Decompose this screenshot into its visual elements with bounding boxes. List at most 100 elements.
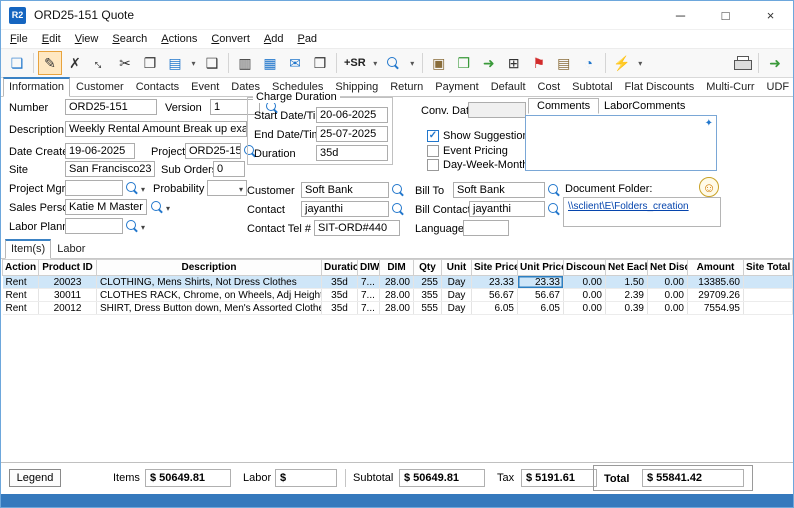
cell-amount[interactable]: 29709.26 xyxy=(688,289,744,302)
layers-icon[interactable]: ▤ xyxy=(163,51,187,75)
cell-discount[interactable]: 0.00 xyxy=(564,276,606,289)
table-row[interactable]: Rent 20023 CLOTHING, Mens Shirts, Not Dr… xyxy=(3,276,793,289)
number-field[interactable]: ORD25-151 xyxy=(65,99,157,115)
exit-icon[interactable]: ➜ xyxy=(763,51,787,75)
resize-icon[interactable]: ↔ xyxy=(83,46,117,80)
col-product-id[interactable]: Product ID xyxy=(39,260,97,276)
comment-tool-icon[interactable]: ✦ xyxy=(705,118,713,129)
tab-flat-discounts[interactable]: Flat Discounts xyxy=(619,78,701,97)
cell-unit[interactable]: Day xyxy=(442,276,472,289)
contact-field[interactable]: jayanthi xyxy=(301,201,389,217)
col-net-disc[interactable]: Net Disc xyxy=(648,260,688,276)
legend-button[interactable]: Legend xyxy=(9,469,61,487)
menu-pad[interactable]: Pad xyxy=(290,31,324,47)
tab-multi-curr[interactable]: Multi-Curr xyxy=(700,78,760,97)
cell-unit-price-focused[interactable]: 23.33 xyxy=(518,276,564,289)
cell-unit-price[interactable]: 6.05 xyxy=(518,302,564,315)
labor-planner-field[interactable] xyxy=(65,218,123,234)
menu-search[interactable]: Search xyxy=(105,31,154,47)
project-mgr-search-icon[interactable] xyxy=(126,182,139,198)
clock-icon[interactable]: ◔ xyxy=(577,51,601,75)
cell-diw[interactable]: 7... xyxy=(358,276,380,289)
tab-event[interactable]: Event xyxy=(185,78,225,97)
contact-tel-field[interactable]: SIT-ORD#440 xyxy=(314,220,400,236)
cell-product-id[interactable]: 20012 xyxy=(39,302,97,315)
bill-contact-field[interactable]: jayanthi xyxy=(469,201,545,217)
customer-search-icon[interactable] xyxy=(392,184,405,200)
tab-payment[interactable]: Payment xyxy=(429,78,484,97)
tab-customer[interactable]: Customer xyxy=(70,78,130,97)
labor-planner-search-icon[interactable] xyxy=(126,220,139,236)
end-date-field[interactable]: 25-07-2025 xyxy=(316,126,388,142)
cell-amount[interactable]: 7554.95 xyxy=(688,302,744,315)
cell-dim[interactable]: 28.00 xyxy=(380,302,414,315)
project-mgr-field[interactable] xyxy=(65,180,123,196)
cell-net-each[interactable]: 2.39 xyxy=(606,289,648,302)
project-mgr-chevron-down-icon[interactable]: ▾ xyxy=(141,185,145,194)
sales-person-field[interactable]: Katie M Master xyxy=(65,199,147,215)
cell-description[interactable]: CLOTHING, Mens Shirts, Not Dress Clothes xyxy=(97,276,322,289)
layers-dropdown-icon[interactable]: ▾ xyxy=(188,51,199,75)
cell-site-total[interactable] xyxy=(744,289,793,302)
tiles-icon[interactable]: ▦ xyxy=(258,51,282,75)
cell-action[interactable]: Rent xyxy=(3,276,39,289)
cell-duration[interactable]: 35d xyxy=(322,276,358,289)
print-preview-icon[interactable]: ❑ xyxy=(200,51,224,75)
sub-orders-field[interactable]: 0 xyxy=(213,161,245,177)
flash-dropdown-icon[interactable]: ▾ xyxy=(635,51,646,75)
description-field[interactable]: Weekly Rental Amount Break up example Or… xyxy=(65,121,247,137)
maximize-button[interactable]: □ xyxy=(703,1,748,29)
cell-duration[interactable]: 35d xyxy=(322,302,358,315)
event-pricing-checkbox[interactable]: Event Pricing xyxy=(427,145,508,157)
cell-qty[interactable]: 555 xyxy=(414,302,442,315)
customer-field[interactable]: Soft Bank xyxy=(301,182,389,198)
col-dim[interactable]: DIM xyxy=(380,260,414,276)
tab-cost[interactable]: Cost xyxy=(532,78,567,97)
smiley-icon[interactable]: ☺ xyxy=(699,177,719,197)
menu-edit[interactable]: Edit xyxy=(35,31,68,47)
menu-view[interactable]: View xyxy=(68,31,106,47)
tab-subtotal[interactable]: Subtotal xyxy=(566,78,618,97)
cell-qty[interactable]: 255 xyxy=(414,276,442,289)
col-site-total-cost[interactable]: Site Total Cos xyxy=(744,260,793,276)
show-suggestions-checkbox[interactable]: ✓ Show Suggestions xyxy=(427,130,534,142)
site-field[interactable]: San Francisco23 xyxy=(65,161,155,177)
col-amount[interactable]: Amount xyxy=(688,260,744,276)
bill-to-search-icon[interactable] xyxy=(548,184,561,200)
package-icon[interactable]: ❒ xyxy=(452,51,476,75)
add-sr-button[interactable]: +SR xyxy=(341,51,369,75)
cell-action[interactable]: Rent xyxy=(3,302,39,315)
cell-product-id[interactable]: 20023 xyxy=(39,276,97,289)
col-unit[interactable]: Unit xyxy=(442,260,472,276)
col-discount[interactable]: Discount xyxy=(564,260,606,276)
tab-labor[interactable]: Labor xyxy=(51,240,91,259)
minimize-button[interactable]: ─ xyxy=(658,1,703,29)
language-field[interactable] xyxy=(463,220,509,236)
start-date-field[interactable]: 20-06-2025 xyxy=(316,107,388,123)
cell-duration[interactable]: 35d xyxy=(322,289,358,302)
document-folder-link[interactable]: \\sclient\E\Folders_creation xyxy=(568,201,689,212)
export-icon[interactable]: ➜ xyxy=(477,51,501,75)
col-action[interactable]: Action xyxy=(3,260,39,276)
tab-return[interactable]: Return xyxy=(384,78,429,97)
table-row[interactable]: Rent 30011 CLOTHES RACK, Chrome, on Whee… xyxy=(3,289,793,302)
cell-unit[interactable]: Day xyxy=(442,289,472,302)
cell-unit[interactable]: Day xyxy=(442,302,472,315)
bill-to-field[interactable]: Soft Bank xyxy=(453,182,545,198)
clipboard-icon[interactable]: ▤ xyxy=(552,51,576,75)
menu-actions[interactable]: Actions xyxy=(154,31,204,47)
cell-site-price[interactable]: 56.67 xyxy=(472,289,518,302)
cell-net-disc[interactable]: 0.00 xyxy=(648,276,688,289)
calendar-icon[interactable]: ⊞ xyxy=(502,51,526,75)
cell-action[interactable]: Rent xyxy=(3,289,39,302)
probability-chevron-down-icon[interactable]: ▾ xyxy=(239,185,243,194)
cell-diw[interactable]: 7... xyxy=(358,302,380,315)
copy-icon[interactable]: ❐ xyxy=(138,51,162,75)
tab-udf[interactable]: UDF xyxy=(761,78,794,97)
menu-file[interactable]: File xyxy=(3,31,35,47)
col-diw[interactable]: DIW xyxy=(358,260,380,276)
duration-field[interactable]: 35d xyxy=(316,145,388,161)
print-icon[interactable] xyxy=(730,51,754,75)
comments-textarea[interactable]: ✦ xyxy=(525,115,717,171)
tab-labor-comments[interactable]: LaborComments xyxy=(595,98,694,114)
